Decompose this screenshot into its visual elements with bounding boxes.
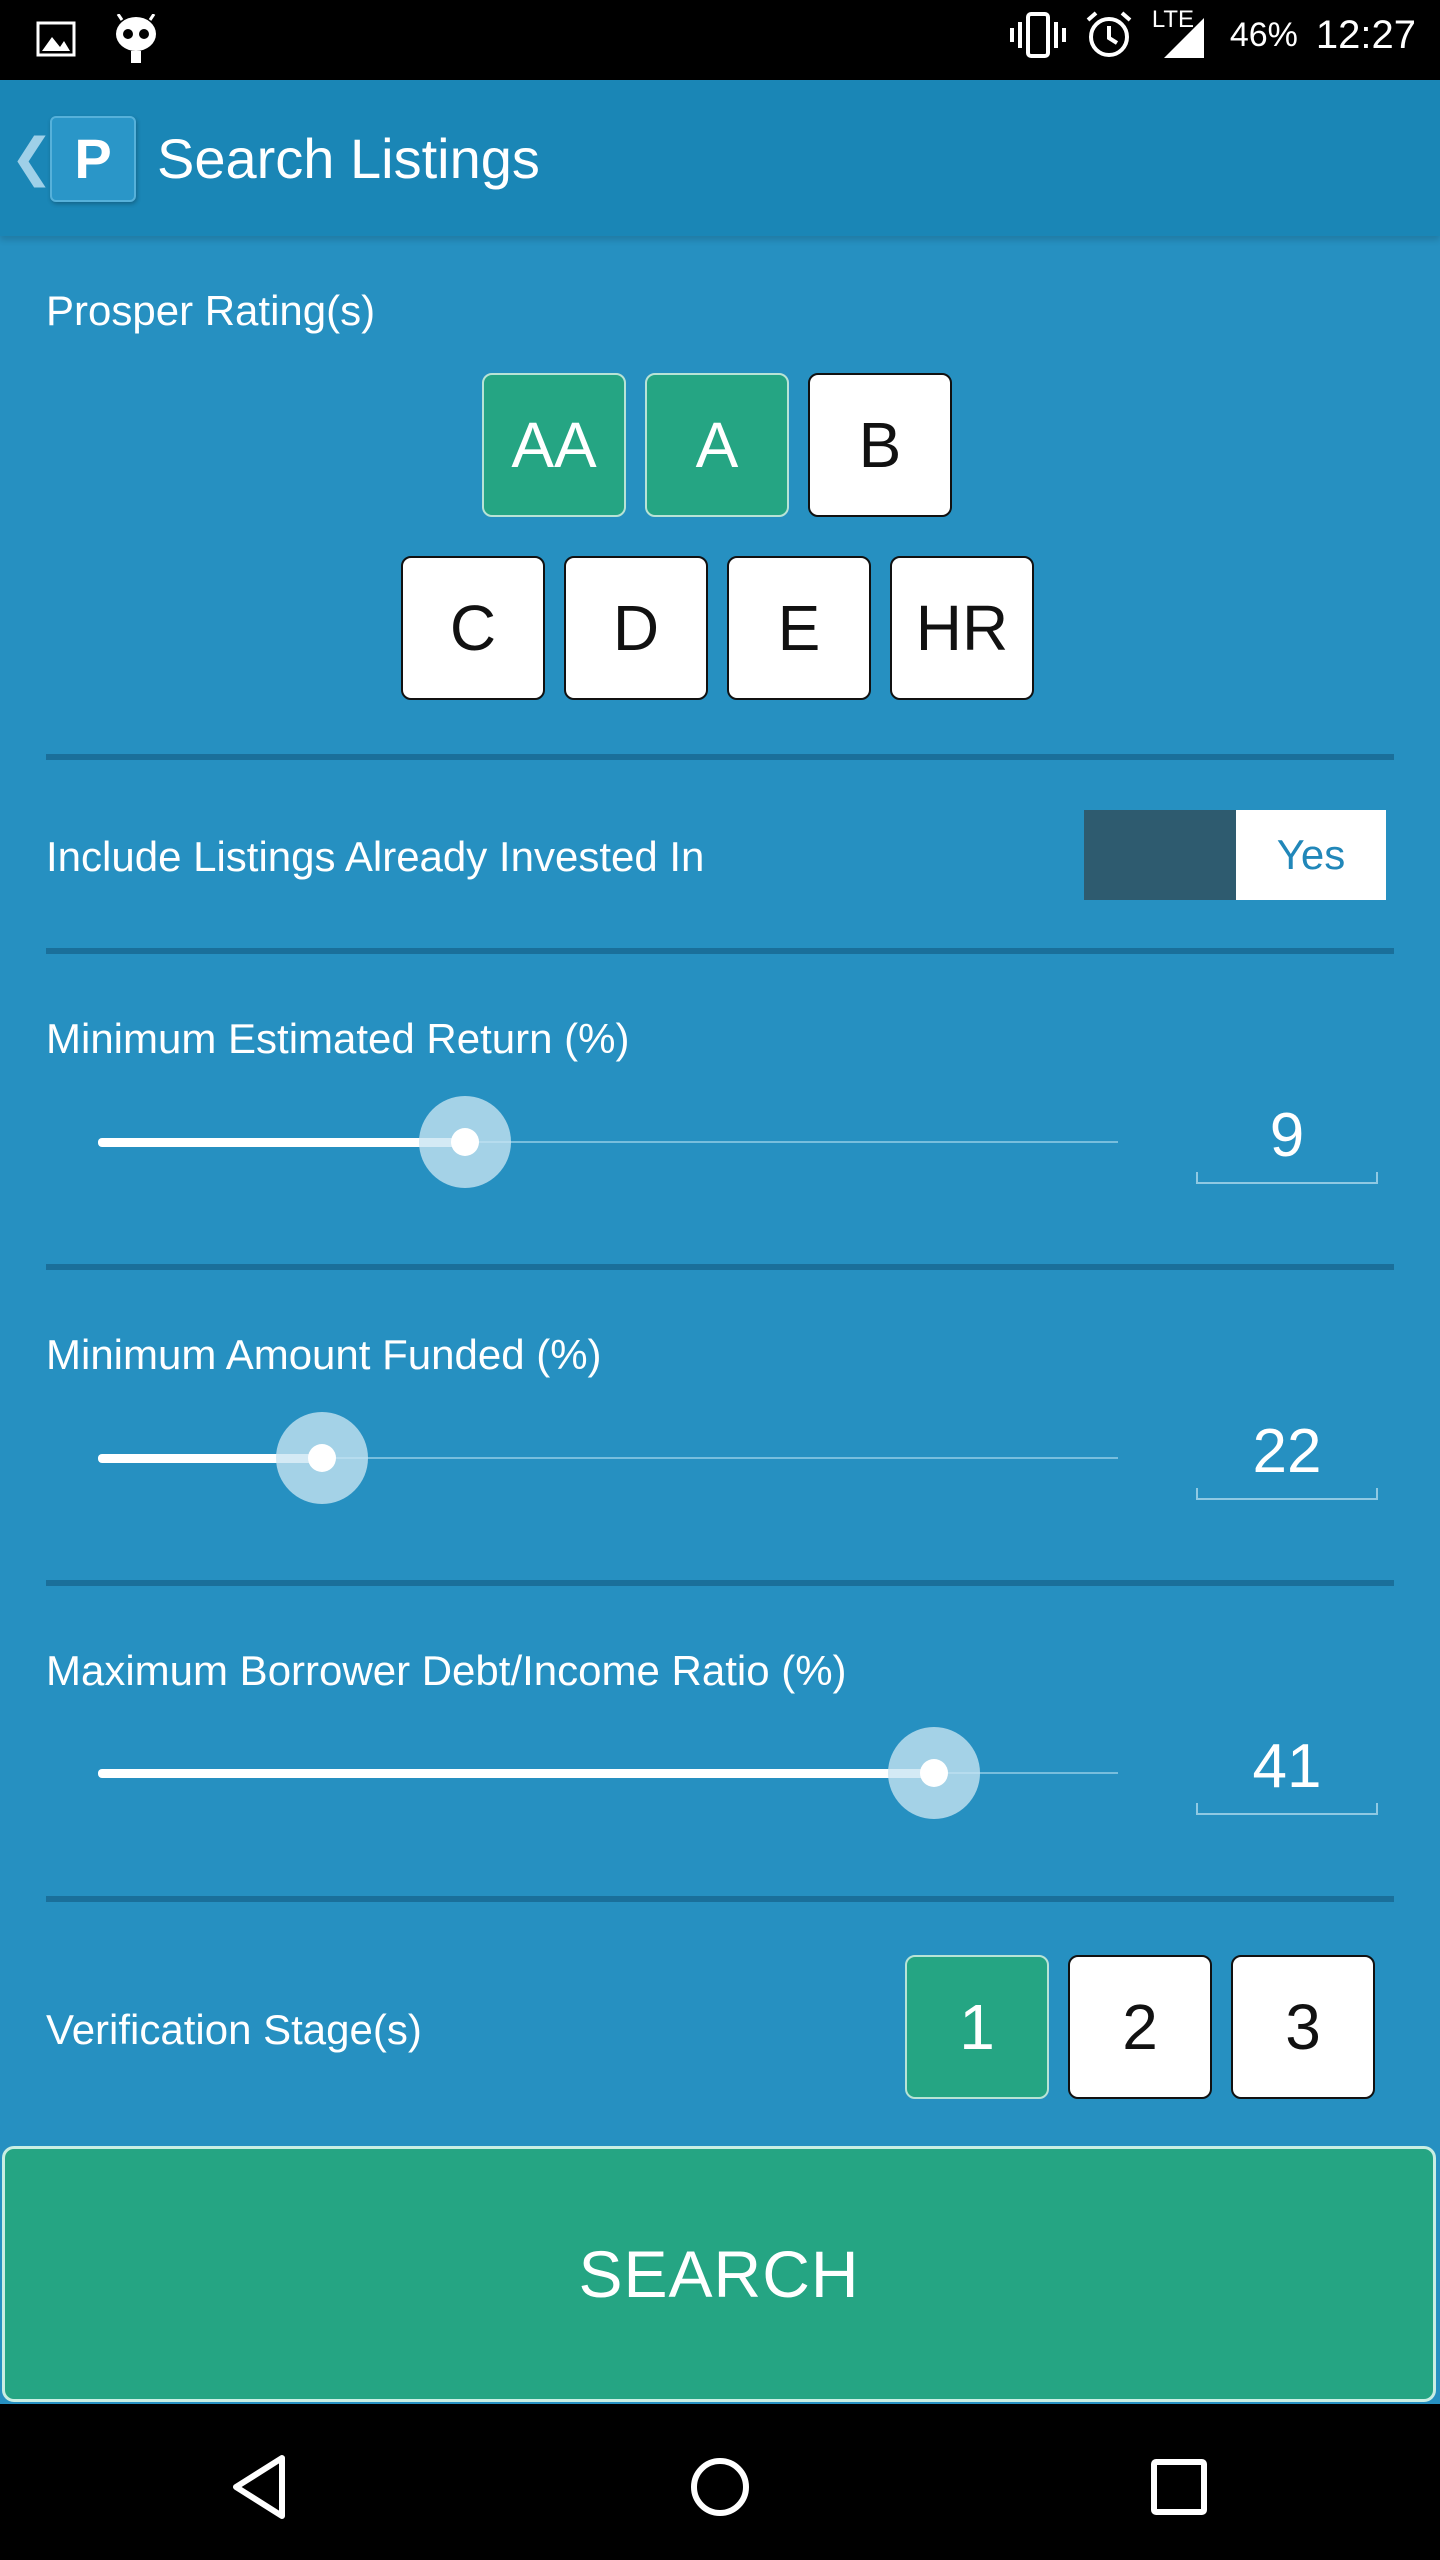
toggle-track[interactable] (1084, 810, 1236, 900)
page-title: Search Listings (157, 127, 540, 190)
rating-aa-button[interactable]: AA (482, 373, 626, 517)
slider-fill (98, 1769, 934, 1778)
value-text: 9 (1269, 1101, 1305, 1170)
verification-label: Verification Stage(s) (46, 2006, 422, 2053)
include-invested-toggle[interactable]: Yes (1084, 810, 1386, 900)
max-debt-income-label: Maximum Borrower Debt/Income Ratio (%) (46, 1647, 847, 1694)
divider (46, 1264, 1394, 1270)
back-chevron-icon[interactable]: ❮ (10, 132, 54, 184)
recents-icon[interactable] (1144, 2452, 1214, 2522)
rating-d-button[interactable]: D (564, 556, 708, 700)
rating-b-button[interactable]: B (808, 373, 952, 517)
status-bar: LTE 46% 12:27 (0, 0, 1440, 80)
navigation-bar (0, 2404, 1440, 2560)
back-icon[interactable] (226, 2452, 296, 2522)
min-estimated-return-value[interactable]: 9 (1196, 1096, 1378, 1184)
vibrate-icon (1009, 12, 1066, 58)
android-icon (116, 14, 156, 63)
verification-stage-2-button[interactable]: 2 (1068, 1955, 1212, 2099)
rating-c-button[interactable]: C (401, 556, 545, 700)
max-debt-income-value[interactable]: 41 (1196, 1727, 1378, 1815)
min-amount-funded-slider[interactable] (98, 1408, 1118, 1508)
rating-hr-button[interactable]: HR (890, 556, 1034, 700)
toggle-value[interactable]: Yes (1236, 810, 1386, 900)
divider (46, 948, 1394, 954)
value-text: 41 (1252, 1732, 1322, 1801)
min-amount-funded-value[interactable]: 22 (1196, 1412, 1378, 1500)
verification-stage-3-button[interactable]: 3 (1231, 1955, 1375, 2099)
slider-handle[interactable] (451, 1128, 479, 1156)
min-estimated-return-label: Minimum Estimated Return (%) (46, 1015, 630, 1062)
min-amount-funded-label: Minimum Amount Funded (%) (46, 1331, 602, 1378)
signal-icon: LTE (1152, 6, 1206, 60)
ratings-label: Prosper Rating(s) (46, 287, 376, 334)
rating-e-button[interactable]: E (727, 556, 871, 700)
clock: 12:27 (1315, 12, 1416, 57)
app-bar: ❮ P Search Listings (0, 80, 1440, 236)
battery-percent: 46% (1229, 15, 1298, 54)
home-icon[interactable] (685, 2452, 755, 2522)
slider-fill (98, 1138, 465, 1147)
rating-a-button[interactable]: A (645, 373, 789, 517)
max-debt-income-slider[interactable] (98, 1723, 1118, 1823)
include-invested-label: Include Listings Already Invested In (46, 833, 705, 880)
slider-handle[interactable] (308, 1444, 336, 1472)
slider-handle[interactable] (920, 1759, 948, 1787)
divider (46, 754, 1394, 760)
min-estimated-return-slider[interactable] (98, 1092, 1118, 1192)
alarm-icon (1086, 11, 1132, 57)
divider (46, 1580, 1394, 1586)
search-button[interactable]: SEARCH (2, 2146, 1436, 2402)
verification-stage-1-button[interactable]: 1 (905, 1955, 1049, 2099)
image-icon (36, 21, 76, 57)
value-text: 22 (1252, 1417, 1322, 1486)
divider (46, 1896, 1394, 1902)
app-logo[interactable]: P (50, 116, 136, 202)
